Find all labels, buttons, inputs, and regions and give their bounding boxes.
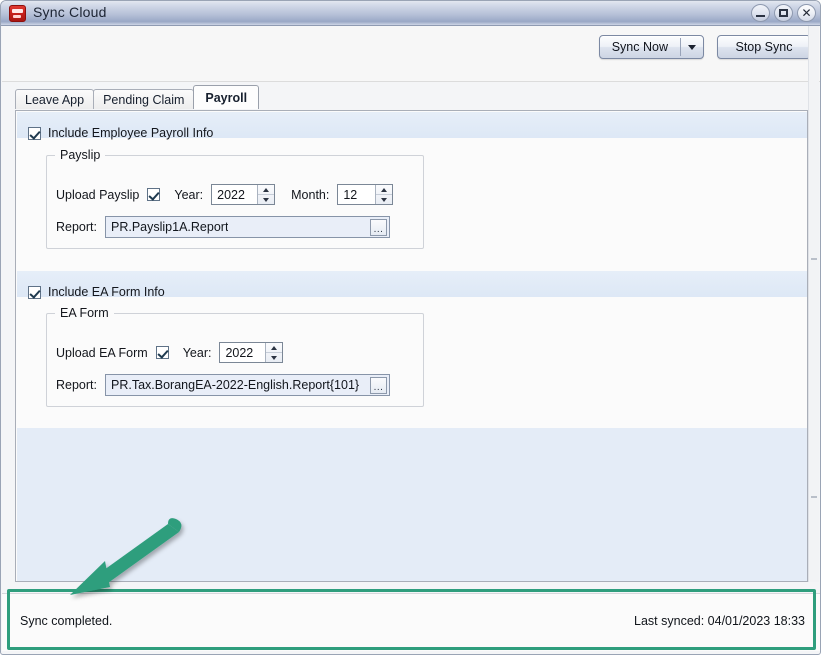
payslip-groupbox: Payslip Upload Payslip Year: 2022 Month:… [46,148,424,249]
app-icon [9,5,26,22]
ea-year-decrement-button[interactable] [266,352,283,362]
triangle-up-icon [381,187,388,192]
ea-year-stepper[interactable]: 2022 [219,342,284,363]
sync-now-label: Sync Now [611,40,668,54]
payslip-report-value: PR.Payslip1A.Report [111,220,229,234]
sync-now-dropdown-button[interactable] [681,36,703,58]
tab-pending-claim[interactable]: Pending Claim [93,89,195,109]
chevron-down-icon [688,44,696,50]
payslip-month-label: Month: [291,187,330,202]
payroll-tab-page: Payslip Upload Payslip Year: 2022 Month:… [15,110,808,582]
ea-year-label: Year: [182,345,212,360]
ea-report-field[interactable]: PR.Tax.BorangEA-2022-English.Report{101}… [105,374,390,396]
payslip-group-legend: Payslip [55,148,106,162]
upload-ea-form-checkbox[interactable] [155,346,169,359]
include-payroll-checkbox[interactable] [28,126,41,140]
include-ea-checkbox[interactable] [28,285,41,299]
payslip-report-field[interactable]: PR.Payslip1A.Report ... [105,216,390,238]
empty-area [17,428,807,581]
triangle-up-icon [271,345,278,350]
payslip-report-row: Report: PR.Payslip1A.Report ... [56,216,390,238]
upload-ea-form-label: Upload EA Form [56,345,148,360]
window-title: Sync Cloud [33,4,107,20]
payslip-month-value: 12 [343,187,358,202]
ea-report-label: Report: [56,378,97,392]
ea-upload-row: Upload EA Form Year: 2022 [56,342,284,363]
maximize-icon [779,9,788,17]
stop-sync-button[interactable]: Stop Sync [717,35,811,59]
payslip-year-decrement-button[interactable] [258,194,275,204]
include-ea-label: Include EA Form Info [48,285,165,299]
payslip-upload-row: Upload Payslip Year: 2022 Month: 12 [56,184,394,205]
ea-form-group-legend: EA Form [55,306,114,320]
tab-leave-app[interactable]: Leave App [15,89,95,109]
ea-report-browse-button[interactable]: ... [370,376,387,394]
payslip-year-increment-button[interactable] [258,185,274,194]
triangle-down-icon [263,197,270,202]
minimize-button[interactable] [751,4,770,22]
triangle-down-icon [271,355,278,360]
ea-report-value: PR.Tax.BorangEA-2022-English.Report{101} [111,378,360,392]
include-ea-checkbox-row[interactable]: Include EA Form Info [28,285,165,299]
upload-payslip-checkbox[interactable] [147,188,161,201]
scroll-gutter-mark-top [811,258,817,260]
triangle-up-icon [263,187,270,192]
payslip-report-label: Report: [56,220,97,234]
ea-year-value: 2022 [225,345,254,360]
payslip-year-value: 2022 [217,187,245,202]
include-payroll-checkbox-row[interactable]: Include Employee Payroll Info [28,126,213,140]
sync-now-button[interactable]: Sync Now [598,35,704,59]
payslip-report-browse-button[interactable]: ... [370,218,387,236]
close-icon: ✕ [801,6,812,20]
payslip-month-spin-buttons[interactable] [375,185,393,204]
last-synced-label: Last synced: 04/01/2023 18:33 [634,614,805,628]
window-controls: ✕ [751,4,816,22]
sync-cloud-window: Sync Cloud ✕ Sync Now Stop Sync Leave Ap… [0,0,821,655]
tab-strip: Leave App Pending Claim Payroll [15,85,260,109]
triangle-down-icon [381,197,388,202]
payslip-year-stepper[interactable]: 2022 [211,184,276,205]
tab-payroll[interactable]: Payroll [193,85,260,109]
ea-form-groupbox: EA Form Upload EA Form Year: 2022 Report… [46,306,424,407]
toolbar: Sync Now Stop Sync [2,26,820,82]
ea-report-row: Report: PR.Tax.BorangEA-2022-English.Rep… [56,374,390,396]
scroll-gutter[interactable] [808,26,819,582]
status-bar: Sync completed. Last synced: 04/01/2023 … [2,593,820,651]
maximize-button[interactable] [774,4,793,22]
minimize-icon [756,15,765,17]
payslip-year-spin-buttons[interactable] [257,185,275,204]
include-payroll-label: Include Employee Payroll Info [48,126,214,140]
status-message: Sync completed. [20,614,113,628]
title-bar: Sync Cloud ✕ [1,1,820,26]
payslip-month-stepper[interactable]: 12 [337,184,394,205]
ea-year-spin-buttons[interactable] [265,343,283,362]
payslip-month-decrement-button[interactable] [376,194,393,204]
payslip-year-label: Year: [174,187,204,202]
ea-year-increment-button[interactable] [266,343,282,352]
scroll-gutter-mark-bottom [811,496,817,498]
payslip-month-increment-button[interactable] [376,185,392,194]
upload-payslip-label: Upload Payslip [56,187,140,202]
close-button[interactable]: ✕ [797,4,816,22]
